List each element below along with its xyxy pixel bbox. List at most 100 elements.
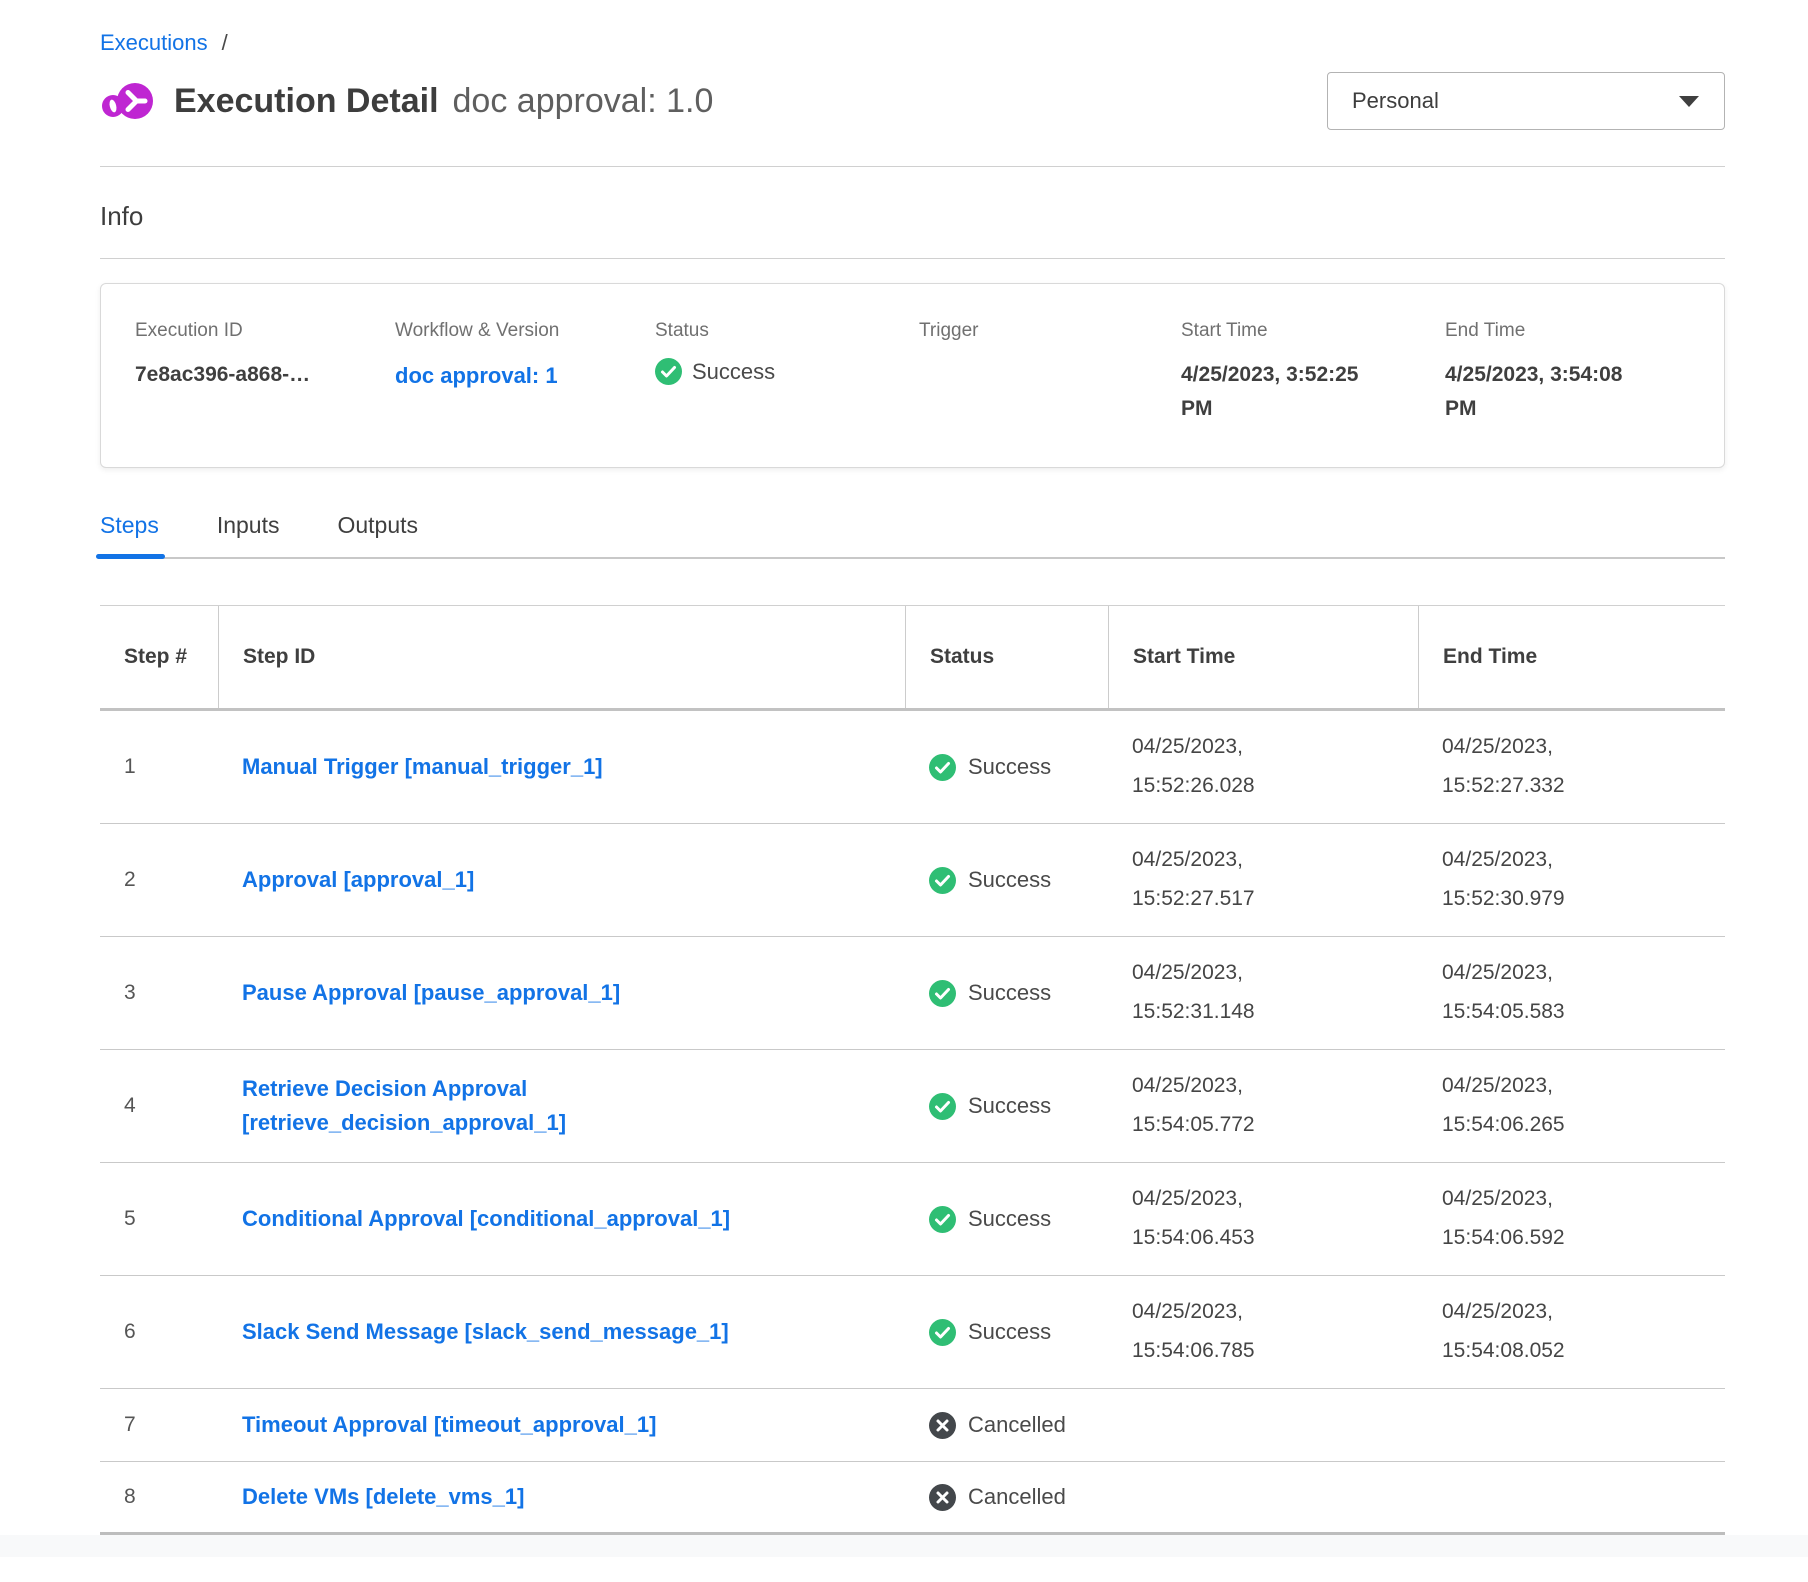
table-row: 2 Approval [approval_1] Success 04/25/20… [100,824,1725,937]
header-step-id: Step ID [218,606,905,708]
step-status-text: Success [968,754,1051,780]
table-row: 8 Delete VMs [delete_vms_1] Cancelled [100,1462,1725,1535]
execution-info-card: Execution ID 7e8ac396-a868-… Workflow & … [100,283,1725,468]
status-label: Status [655,320,919,342]
step-end-time: 04/25/2023,15:54:06.265 [1418,1053,1725,1159]
step-end-time: 04/25/2023,15:54:06.592 [1418,1166,1725,1272]
step-number: 3 [100,967,218,1019]
step-id-link[interactable]: Slack Send Message [slack_send_message_1… [242,1315,729,1349]
step-start-time: 04/25/2023,15:52:26.028 [1108,714,1418,820]
info-field-workflow-version: Workflow & Version doc approval: 1 [395,320,655,425]
info-section-heading: Info [100,201,1725,232]
start-time-line2: PM [1181,392,1445,426]
cancelled-x-icon [929,1412,956,1439]
breadcrumb: Executions / [100,0,1725,56]
table-row: 6 Slack Send Message [slack_send_message… [100,1276,1725,1389]
step-end-time: 04/25/2023,15:52:27.332 [1418,714,1725,820]
status-value: Success [655,358,919,385]
step-status-text: Cancelled [968,1484,1066,1510]
breadcrumb-separator: / [222,30,228,56]
step-number: 7 [100,1399,218,1451]
end-time-value: 4/25/2023, 3:54:08 PM [1445,358,1714,425]
success-check-icon [929,867,956,894]
chevron-down-icon [1678,95,1700,108]
table-row: 3 Pause Approval [pause_approval_1] Succ… [100,937,1725,1050]
tab-inputs[interactable]: Inputs [217,512,280,539]
step-id-link[interactable]: Timeout Approval [timeout_approval_1] [242,1408,656,1442]
step-id-link[interactable]: Approval [approval_1] [242,863,474,897]
step-status: Success [905,1192,1108,1247]
execution-detail-page: Executions / Execution Detail doc approv… [0,0,1808,1557]
step-status-text: Success [968,1206,1051,1232]
step-start-time: 04/25/2023,15:52:27.517 [1108,827,1418,933]
table-row: 5 Conditional Approval [conditional_appr… [100,1163,1725,1276]
header-step-number: Step # [100,606,218,708]
step-start-time: 04/25/2023,15:54:06.785 [1108,1279,1418,1385]
start-time-line1: 4/25/2023, 3:52:25 [1181,358,1445,392]
step-status-text: Success [968,980,1051,1006]
step-status: Success [905,1305,1108,1360]
execution-id-label: Execution ID [135,320,395,342]
step-status: Success [905,853,1108,908]
header-status: Status [905,606,1108,708]
table-row: 4 Retrieve Decision Approval [retrieve_d… [100,1050,1725,1163]
info-field-status: Status Success [655,320,919,425]
step-number: 2 [100,854,218,906]
success-check-icon [929,980,956,1007]
tab-outputs[interactable]: Outputs [337,512,418,539]
step-start-time: 04/25/2023,15:52:31.148 [1108,940,1418,1046]
success-check-icon [929,754,956,781]
step-end-time [1418,1411,1725,1439]
end-time-label: End Time [1445,320,1714,342]
info-divider [100,258,1725,259]
workflow-branch-icon [100,73,156,129]
table-row: 7 Timeout Approval [timeout_approval_1] … [100,1389,1725,1462]
step-id-link[interactable]: Manual Trigger [manual_trigger_1] [242,750,603,784]
tab-steps[interactable]: Steps [100,512,159,539]
info-field-end-time: End Time 4/25/2023, 3:54:08 PM [1445,320,1714,425]
steps-table-header: Step # Step ID Status Start Time End Tim… [100,606,1725,711]
breadcrumb-executions-link[interactable]: Executions [100,30,208,56]
step-end-time: 04/25/2023,15:54:05.583 [1418,940,1725,1046]
start-time-label: Start Time [1181,320,1445,342]
step-start-time: 04/25/2023,15:54:05.772 [1108,1053,1418,1159]
success-check-icon [655,358,682,385]
page-header: Execution Detail doc approval: 1.0 Perso… [100,72,1725,130]
success-check-icon [929,1319,956,1346]
step-id-link[interactable]: Delete VMs [delete_vms_1] [242,1480,524,1514]
page-title: Execution Detail [174,82,439,121]
step-status-text: Success [968,1319,1051,1345]
step-start-time [1108,1411,1418,1439]
step-id-link[interactable]: Pause Approval [pause_approval_1] [242,976,620,1010]
scope-selector-dropdown[interactable]: Personal [1327,72,1725,130]
info-field-trigger: Trigger [919,320,1181,425]
step-number: 5 [100,1193,218,1245]
page-subtitle: doc approval: 1.0 [453,82,714,121]
page-bottom-strip [0,1535,1808,1557]
step-number: 6 [100,1306,218,1358]
header-end-time: End Time [1418,606,1725,708]
step-number: 4 [100,1080,218,1132]
workflow-version-link[interactable]: doc approval: 1 [395,358,558,393]
step-status-text: Cancelled [968,1412,1066,1438]
step-status-text: Success [968,1093,1051,1119]
step-number: 1 [100,741,218,793]
execution-id-value: 7e8ac396-a868-… [135,358,395,392]
info-field-execution-id: Execution ID 7e8ac396-a868-… [135,320,395,425]
table-row: 1 Manual Trigger [manual_trigger_1] Succ… [100,711,1725,824]
step-status: Cancelled [905,1398,1108,1453]
header-divider [100,166,1725,167]
step-status: Success [905,966,1108,1021]
success-check-icon [929,1206,956,1233]
status-text: Success [692,359,775,385]
step-start-time [1108,1483,1418,1511]
step-number: 8 [100,1471,218,1523]
workflow-version-label: Workflow & Version [395,320,655,342]
step-status: Success [905,1079,1108,1134]
step-status: Success [905,740,1108,795]
step-status-text: Success [968,867,1051,893]
cancelled-x-icon [929,1484,956,1511]
trigger-label: Trigger [919,320,1181,342]
step-id-link[interactable]: Conditional Approval [conditional_approv… [242,1202,730,1236]
step-id-link[interactable]: Retrieve Decision Approval [retrieve_dec… [242,1072,807,1140]
